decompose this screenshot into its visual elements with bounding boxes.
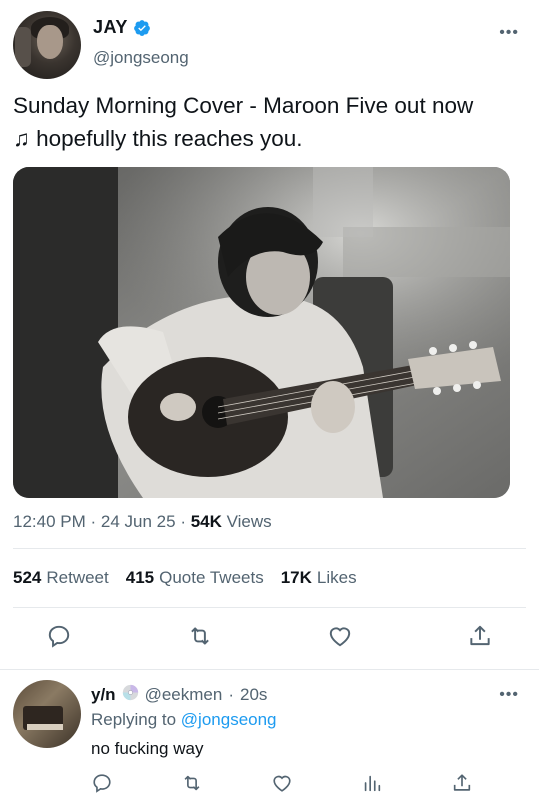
- retweets-count: 524: [13, 568, 42, 587]
- retweets-stat[interactable]: 524 Retweet: [13, 568, 109, 588]
- tweet-time[interactable]: 12:40 PM: [13, 512, 86, 531]
- share-icon[interactable]: [451, 772, 475, 796]
- ellipsis-icon[interactable]: •••: [499, 24, 519, 42]
- cd-icon: [122, 684, 139, 706]
- reply-header: y/n @eekmen · 20s: [91, 684, 267, 706]
- retweet-icon[interactable]: [187, 623, 215, 651]
- quotes-label: Quote Tweets: [159, 568, 264, 587]
- tweet-meta: 12:40 PM · 24 Jun 25 · 54K Views: [13, 512, 272, 532]
- meta-separator: ·: [180, 512, 191, 531]
- music-note-icon: ♫: [13, 126, 30, 151]
- replying-to: Replying to @jongseong: [91, 710, 277, 730]
- reply-tweet[interactable]: y/n @eekmen · 20s ••• Replying to @jongs…: [0, 672, 539, 810]
- reply-action-bar: [0, 772, 539, 802]
- tweet-text: Sunday Morning Cover - Maroon Five out n…: [13, 89, 528, 155]
- quotes-stat[interactable]: 415 Quote Tweets: [126, 568, 264, 588]
- reply-separator: ·: [228, 685, 234, 704]
- like-icon[interactable]: [327, 623, 355, 651]
- reply-author-avatar[interactable]: [13, 680, 81, 748]
- divider: [13, 607, 526, 608]
- reply-time[interactable]: 20s: [240, 685, 267, 705]
- meta-separator: ·: [90, 512, 101, 531]
- tweet-text-line2: hopefully this reaches you.: [36, 126, 303, 151]
- tweet-action-bar: [0, 623, 539, 655]
- likes-stat[interactable]: 17K Likes: [281, 568, 357, 588]
- divider: [0, 669, 539, 670]
- reply-icon[interactable]: [46, 623, 74, 651]
- tweet-date[interactable]: 24 Jun 25: [101, 512, 176, 531]
- retweets-label: Retweet: [46, 568, 109, 587]
- tweet-text-line1: Sunday Morning Cover - Maroon Five out n…: [13, 93, 474, 118]
- divider: [13, 548, 526, 549]
- share-icon[interactable]: [467, 623, 495, 651]
- ellipsis-icon[interactable]: •••: [499, 686, 519, 704]
- reply-display-name[interactable]: y/n: [91, 685, 116, 705]
- author-name-row[interactable]: JAY: [93, 17, 151, 38]
- analytics-icon[interactable]: [361, 772, 385, 796]
- verified-badge-icon: [133, 19, 151, 37]
- engagement-stats: 524 Retweet 415 Quote Tweets 17K Likes: [13, 568, 357, 588]
- like-icon[interactable]: [271, 772, 295, 796]
- reply-icon[interactable]: [91, 772, 115, 796]
- author-avatar[interactable]: [13, 11, 81, 79]
- replying-prefix: Replying to: [91, 710, 177, 729]
- views-count: 54K: [190, 512, 222, 531]
- views-label: Views: [226, 512, 272, 531]
- reply-handle[interactable]: @eekmen: [145, 685, 223, 705]
- replying-mention[interactable]: @jongseong: [181, 710, 277, 729]
- quotes-count: 415: [125, 568, 155, 587]
- reply-text: no fucking way: [91, 739, 204, 758]
- likes-label: Likes: [316, 568, 357, 587]
- author-display-name[interactable]: JAY: [93, 17, 128, 38]
- author-handle[interactable]: @jongseong: [93, 48, 189, 68]
- retweet-icon[interactable]: [181, 772, 205, 796]
- tweet-photo[interactable]: [13, 167, 510, 498]
- likes-count: 17K: [280, 568, 312, 587]
